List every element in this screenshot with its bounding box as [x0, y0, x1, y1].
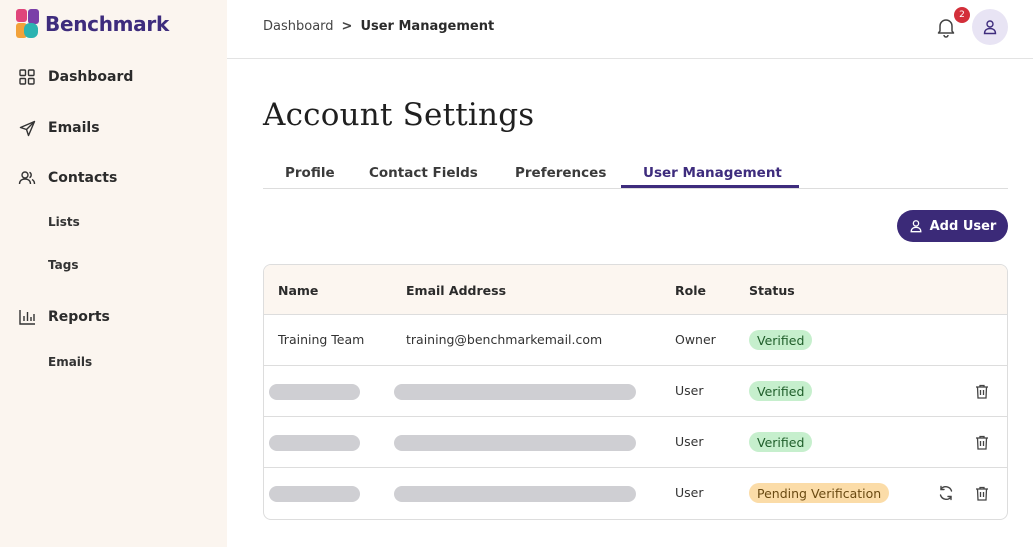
table-row: Training Team training@benchmarkemail.co… — [264, 315, 1007, 366]
add-user-label: Add User — [929, 218, 997, 234]
user-role: Owner — [675, 332, 716, 347]
tab-contact-fields[interactable]: Contact Fields — [369, 165, 478, 189]
bar-chart-icon — [18, 308, 36, 326]
breadcrumb-dashboard-link[interactable]: Dashboard — [263, 19, 334, 34]
tab-preferences[interactable]: Preferences — [515, 165, 606, 189]
sidebar-item-contacts[interactable]: Contacts — [18, 169, 117, 187]
status-badge: Verified — [749, 432, 813, 452]
top-bar: Dashboard > User Management 2 — [227, 0, 1033, 59]
avatar[interactable] — [972, 9, 1008, 45]
settings-tabs: Profile Contact Fields Preferences User … — [263, 163, 1008, 189]
column-header-role: Role — [675, 283, 706, 298]
sidebar-item-report-emails[interactable]: Emails — [48, 355, 92, 369]
user-email: training@benchmarkemail.com — [406, 332, 603, 347]
user-name: Training Team — [278, 332, 365, 347]
page-title: Account Settings — [263, 97, 535, 133]
sidebar-item-label: Dashboard — [48, 69, 134, 85]
add-user-button[interactable]: Add User — [897, 210, 1008, 242]
email-placeholder — [394, 486, 636, 502]
column-header-name: Name — [278, 283, 319, 298]
user-icon — [983, 20, 997, 35]
sidebar-item-emails[interactable]: Emails — [18, 119, 100, 137]
send-icon — [18, 119, 36, 137]
column-header-status: Status — [749, 283, 795, 298]
sidebar-item-lists[interactable]: Lists — [48, 215, 80, 229]
bell-icon[interactable] — [935, 16, 957, 38]
grid-icon — [18, 68, 36, 86]
brand-name: Benchmark — [45, 11, 169, 36]
breadcrumb: Dashboard > User Management — [263, 19, 494, 34]
sidebar-item-label: Emails — [48, 120, 100, 136]
column-header-email: Email Address — [406, 283, 507, 298]
user-role: User — [675, 434, 704, 449]
trash-icon[interactable] — [973, 382, 991, 400]
status-badge: Verified — [749, 381, 813, 401]
status-badge: Pending Verification — [749, 483, 890, 503]
table-row: User Pending Verification — [264, 468, 1007, 519]
table-row: User Verified — [264, 417, 1007, 468]
users-icon — [18, 169, 36, 187]
user-icon — [909, 219, 923, 233]
table-header: Name Email Address Role Status — [264, 265, 1007, 315]
user-role: User — [675, 383, 704, 398]
name-placeholder — [269, 435, 360, 451]
sidebar-item-reports[interactable]: Reports — [18, 308, 110, 326]
name-placeholder — [269, 384, 360, 400]
users-table: Name Email Address Role Status Training … — [263, 264, 1008, 520]
email-placeholder — [394, 384, 636, 400]
name-placeholder — [269, 486, 360, 502]
brand-logo[interactable]: Benchmark — [16, 9, 169, 38]
notification-badge: 2 — [954, 7, 970, 23]
sidebar-item-tags[interactable]: Tags — [48, 258, 78, 272]
table-row: User Verified — [264, 366, 1007, 417]
logo-mark-icon — [16, 9, 39, 38]
breadcrumb-current: User Management — [360, 19, 495, 34]
tab-profile[interactable]: Profile — [285, 165, 335, 189]
sidebar: Benchmark Dashboard Emails Contacts List… — [0, 0, 227, 547]
trash-icon[interactable] — [973, 484, 991, 502]
status-badge: Verified — [749, 330, 813, 350]
trash-icon[interactable] — [973, 433, 991, 451]
user-role: User — [675, 485, 704, 500]
sidebar-item-label: Contacts — [48, 170, 118, 186]
sidebar-item-label: Reports — [48, 309, 110, 325]
refresh-icon[interactable] — [937, 484, 955, 502]
breadcrumb-separator: > — [341, 19, 353, 34]
email-placeholder — [394, 435, 636, 451]
sidebar-item-dashboard[interactable]: Dashboard — [18, 68, 133, 86]
active-tab-indicator — [621, 185, 799, 188]
